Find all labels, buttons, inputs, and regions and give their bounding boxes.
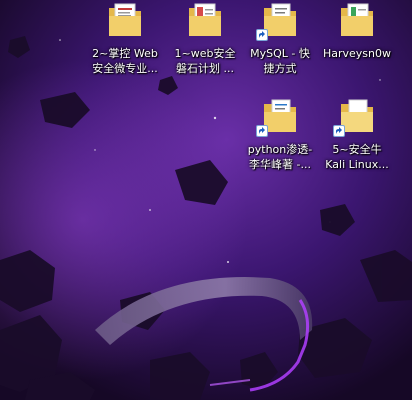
desktop-icon-web-security-plan[interactable]: 1~web安全 磐石计划 ... — [166, 0, 244, 86]
icon-label: 1~web安全 磐石计划 ... — [174, 47, 236, 75]
desktop-icon-harveysn0w[interactable]: Harveysn0w — [318, 0, 396, 86]
folder-icon — [337, 0, 377, 40]
folder-icon — [256, 0, 300, 41]
desktop-icon-mysql-shortcut[interactable]: MySQL - 快 捷方式 — [241, 0, 319, 86]
icon-label: MySQL - 快 捷方式 — [250, 47, 310, 75]
icon-label: Harveysn0w — [322, 47, 392, 60]
folder-icon — [256, 96, 300, 137]
icon-label: 2~掌控 Web 安全微专业... — [92, 47, 158, 75]
desktop-icon-web-security-course[interactable]: 2~掌控 Web 安全微专业... — [86, 0, 164, 86]
desktop-icon-python-pentest[interactable]: python渗透- 李华峰著 -... — [241, 96, 319, 182]
shortcut-arrow-icon — [333, 125, 345, 137]
folder-icon — [105, 0, 145, 40]
folder-icon — [333, 96, 377, 137]
icon-label: 5~安全牛 Kali Linux... — [325, 143, 389, 171]
shortcut-arrow-icon — [256, 29, 268, 41]
desktop-icon-kali-linux[interactable]: 5~安全牛 Kali Linux... — [318, 96, 396, 182]
icon-label: python渗透- 李华峰著 -... — [247, 143, 313, 171]
shortcut-arrow-icon — [256, 125, 268, 137]
folder-icon — [185, 0, 225, 40]
